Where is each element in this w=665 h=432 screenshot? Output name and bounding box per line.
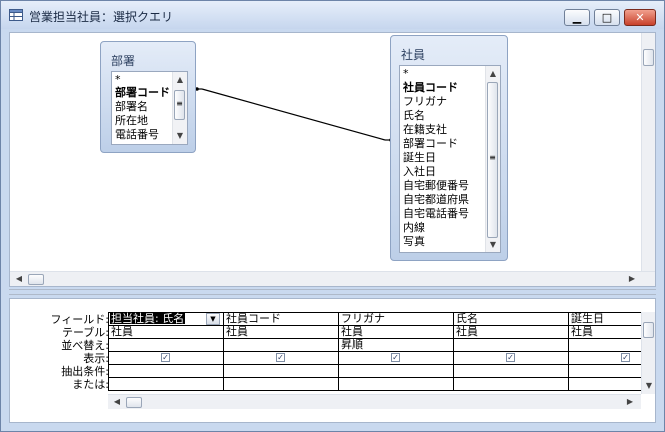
- minimize-icon: ▁: [572, 11, 582, 24]
- shain-field-5[interactable]: 部署コード: [403, 137, 458, 150]
- window-title: 営業担当社員：選択クエリ: [29, 10, 174, 24]
- grid-field-2[interactable]: 社員コード: [226, 312, 281, 325]
- busho-scroll-thumb[interactable]: ≡: [174, 90, 185, 120]
- busho-table-title: 部署: [111, 54, 136, 68]
- query-window: 営業担当社員：選択クエリ ▁ □ ✕ 部署 * 部署コード 部署名 所在地 電話…: [0, 0, 665, 432]
- shain-field-list[interactable]: * 社員コード フリガナ 氏名 在籍支社 部署コード 誕生日 入社日 自宅郵便番…: [399, 65, 501, 253]
- grid-horizontal-scrollbar[interactable]: ◀ ▶: [108, 394, 641, 409]
- busho-table-box[interactable]: 部署 * 部署コード 部署名 所在地 電話番号 ▲ ≡ ▼: [100, 41, 196, 153]
- shain-field-10[interactable]: 自宅電話番号: [403, 207, 469, 220]
- grid-column-4[interactable]: 氏名 社員 ✓: [453, 312, 568, 391]
- grid-vertical-scrollbar[interactable]: ▼: [641, 312, 655, 394]
- grid-column-5[interactable]: 誕生日 社員 ✓: [568, 312, 641, 391]
- grid-table-2[interactable]: 社員: [226, 325, 248, 338]
- field-dropdown-button[interactable]: ▼: [206, 313, 220, 325]
- chevron-down-icon: ▼: [210, 315, 216, 323]
- shain-field-8[interactable]: 自宅郵便番号: [403, 179, 469, 192]
- grid-sort-3[interactable]: 昇順: [341, 338, 363, 351]
- table-diagram-pane[interactable]: 部署 * 部署コード 部署名 所在地 電話番号 ▲ ≡ ▼ 社員 * 社員コード…: [9, 32, 656, 287]
- design-grid-pane[interactable]: フィールド: テーブル: 並べ替え: 表示: 抽出条件: または: 担当社員: …: [9, 298, 656, 423]
- shain-field-6[interactable]: 誕生日: [403, 151, 436, 164]
- scroll-left-icon[interactable]: ◀: [12, 273, 26, 285]
- scroll-down-icon[interactable]: ▼: [486, 239, 500, 251]
- busho-field-4[interactable]: 電話番号: [115, 128, 159, 141]
- grid-column-3[interactable]: フリガナ 社員 昇順 ✓: [338, 312, 453, 391]
- row-label-criteria: 抽出条件:: [61, 365, 109, 378]
- busho-list-scrollbar[interactable]: ▲ ≡ ▼: [172, 72, 187, 144]
- diagram-hscroll-thumb[interactable]: [28, 274, 44, 285]
- shain-field-7[interactable]: 入社日: [403, 165, 436, 178]
- row-label-sort: 並べ替え:: [61, 339, 109, 352]
- scroll-left-icon[interactable]: ◀: [110, 396, 124, 408]
- grip-icon: ≡: [489, 153, 496, 162]
- grid-field-1[interactable]: 担当社員: 氏名: [111, 312, 184, 325]
- row-label-table: テーブル:: [61, 326, 109, 339]
- scroll-down-icon[interactable]: ▼: [642, 380, 656, 392]
- close-button[interactable]: ✕: [624, 9, 656, 26]
- grid-column-2[interactable]: 社員コード 社員 ✓: [223, 312, 338, 391]
- grid-field-4[interactable]: 氏名: [456, 312, 478, 325]
- grid-field-5[interactable]: 誕生日: [571, 312, 604, 325]
- maximize-button[interactable]: □: [594, 9, 620, 26]
- shain-table-box[interactable]: 社員 * 社員コード フリガナ 氏名 在籍支社 部署コード 誕生日 入社日 自宅…: [390, 35, 508, 261]
- grid-vscroll-thumb[interactable]: [643, 322, 654, 338]
- scroll-right-icon[interactable]: ▶: [625, 273, 639, 285]
- grid-show-checkbox-2[interactable]: ✓: [276, 353, 285, 362]
- shain-field-2[interactable]: フリガナ: [403, 95, 447, 108]
- shain-field-11[interactable]: 内線: [403, 221, 425, 234]
- busho-field-3[interactable]: 所在地: [115, 114, 148, 127]
- close-icon: ✕: [635, 11, 645, 24]
- busho-field-0[interactable]: *: [115, 73, 121, 86]
- diagram-vertical-scrollbar[interactable]: [641, 33, 655, 271]
- scroll-up-icon[interactable]: ▲: [486, 68, 500, 80]
- busho-field-list[interactable]: * 部署コード 部署名 所在地 電話番号 ▲ ≡ ▼: [111, 71, 188, 145]
- grid-column-1[interactable]: 担当社員: 氏名 ▼ 社員 ✓: [108, 312, 223, 391]
- diagram-vscroll-thumb[interactable]: [643, 49, 654, 66]
- grid-table-1[interactable]: 社員: [111, 325, 133, 338]
- grid-show-checkbox-4[interactable]: ✓: [506, 353, 515, 362]
- row-label-field: フィールド:: [50, 313, 110, 326]
- query-icon: [9, 9, 23, 21]
- shain-table-title: 社員: [401, 48, 426, 62]
- title-bar[interactable]: 営業担当社員：選択クエリ ▁ □ ✕: [1, 1, 664, 29]
- row-label-show: 表示:: [83, 352, 109, 365]
- pane-splitter[interactable]: [9, 289, 656, 295]
- grip-icon: ≡: [176, 99, 183, 108]
- scroll-right-icon[interactable]: ▶: [623, 396, 637, 408]
- shain-field-9[interactable]: 自宅都道府県: [403, 193, 469, 206]
- grid-table-3[interactable]: 社員: [341, 325, 363, 338]
- grid-field-1-selected[interactable]: 担当社員: 氏名: [110, 312, 186, 325]
- maximize-icon: □: [601, 11, 613, 24]
- grid-table-5[interactable]: 社員: [571, 325, 593, 338]
- grid-show-checkbox-5[interactable]: ✓: [621, 353, 630, 362]
- shain-list-scrollbar[interactable]: ▲ ≡ ▼: [485, 66, 500, 252]
- grid-show-checkbox-1[interactable]: ✓: [161, 353, 170, 362]
- shain-field-4[interactable]: 在籍支社: [403, 123, 447, 136]
- busho-field-1[interactable]: 部署コード: [115, 86, 170, 99]
- row-labels: フィールド: テーブル: 並べ替え: 表示: 抽出条件: または:: [10, 313, 110, 393]
- shain-field-12[interactable]: 写真: [403, 235, 425, 248]
- minimize-button[interactable]: ▁: [564, 9, 590, 26]
- shain-field-3[interactable]: 氏名: [403, 109, 425, 122]
- scroll-up-icon[interactable]: ▲: [173, 74, 187, 86]
- scroll-down-icon[interactable]: ▼: [173, 130, 187, 142]
- row-label-or: または:: [72, 378, 109, 391]
- grid-field-3[interactable]: フリガナ: [341, 312, 385, 325]
- busho-field-2[interactable]: 部署名: [115, 100, 148, 113]
- grid-show-checkbox-3[interactable]: ✓: [391, 353, 400, 362]
- shain-field-1[interactable]: 社員コード: [403, 81, 458, 94]
- grid-table-4[interactable]: 社員: [456, 325, 478, 338]
- grid-hscroll-thumb[interactable]: [126, 397, 142, 408]
- diagram-horizontal-scrollbar[interactable]: ◀ ▶: [10, 271, 655, 286]
- shain-scroll-thumb[interactable]: ≡: [487, 82, 498, 238]
- shain-field-0[interactable]: *: [403, 67, 409, 80]
